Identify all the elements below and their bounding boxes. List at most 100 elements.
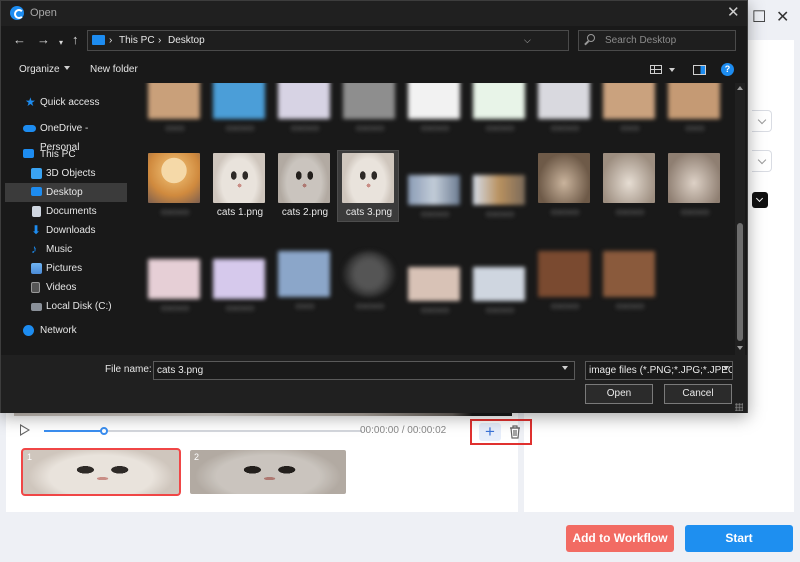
music-icon: ♪ — [31, 242, 37, 256]
sidebar-item-videos[interactable]: Videos — [5, 278, 127, 297]
file-item-blurred[interactable]: ▭▭▭ — [209, 83, 269, 135]
sidebar-item-pictures[interactable]: Pictures — [5, 259, 127, 278]
file-list-scrollbar[interactable] — [735, 83, 745, 355]
file-item-blurred[interactable]: ▭▭▭ — [209, 259, 269, 315]
scroll-up-icon[interactable] — [737, 86, 743, 90]
clip-thumbnail-1[interactable]: 1 — [21, 448, 181, 496]
sidebar-item-3d-objects[interactable]: 3D Objects — [5, 164, 127, 183]
clip-index: 1 — [27, 452, 33, 462]
sidebar-item-documents[interactable]: Documents — [5, 202, 127, 221]
file-item-blurred[interactable]: ▭▭▭ — [144, 259, 204, 315]
sidebar-item-music[interactable]: ♪ Music — [5, 240, 127, 259]
sidebar-item-downloads[interactable]: ⬇ Downloads — [5, 221, 127, 240]
settings-dropdown-2[interactable] — [752, 150, 772, 172]
dialog-title: Open — [30, 7, 57, 19]
file-item-blurred[interactable]: ▭▭▭ — [404, 175, 464, 221]
file-item-blurred[interactable]: ▭▭▭ — [339, 83, 399, 135]
cube-icon — [31, 168, 42, 179]
sidebar-item-network[interactable]: Network — [5, 321, 127, 340]
view-options-icon[interactable] — [650, 65, 662, 74]
start-button[interactable]: Start — [685, 525, 793, 552]
scroll-thumb[interactable] — [737, 223, 743, 341]
file-item-blurred[interactable]: ▭▭▭ — [469, 267, 529, 317]
file-thumbnail — [473, 267, 525, 301]
breadcrumb-this-pc[interactable]: This PC — [119, 35, 155, 46]
desktop-icon — [31, 187, 42, 196]
maximize-icon[interactable]: ☐ — [752, 8, 766, 28]
view-dropdown-icon[interactable] — [669, 68, 675, 72]
file-item-blurred[interactable]: ▭▭▭ — [469, 175, 529, 221]
file-thumbnail — [148, 153, 200, 203]
preview-pane-icon[interactable] — [693, 65, 706, 75]
sidebar-label: Local Disk (C:) — [46, 301, 112, 312]
file-item-blurred[interactable]: ▭▭▭ — [339, 251, 399, 313]
sidebar-label: Videos — [46, 282, 77, 293]
cancel-button[interactable]: Cancel — [664, 384, 732, 404]
sidebar-label: Network — [40, 325, 77, 336]
forward-arrow-icon[interactable]: → — [37, 32, 50, 48]
file-item-blurred-caption[interactable]: ▭▭▭ — [599, 153, 659, 219]
open-button[interactable]: Open — [585, 384, 653, 404]
file-item-blurred[interactable]: ▭▭▭ — [274, 83, 334, 135]
chevron-down-icon[interactable]: ⌵ — [524, 35, 531, 46]
settings-dropdown-3[interactable] — [752, 192, 768, 208]
resize-grip-icon[interactable] — [735, 403, 743, 411]
file-item-blurred[interactable]: ▭▭▭ — [599, 251, 659, 313]
up-arrow-icon[interactable]: ↑ — [72, 32, 79, 48]
breadcrumb-desktop[interactable]: Desktop — [168, 35, 205, 46]
delete-clip-button[interactable] — [506, 423, 524, 441]
file-type-dropdown-icon[interactable] — [723, 366, 729, 370]
organize-menu[interactable]: Organize — [19, 64, 70, 75]
file-item-cats-2[interactable]: cats 2.png — [274, 153, 334, 219]
back-arrow-icon[interactable]: ← — [13, 32, 26, 48]
file-name-input[interactable] — [153, 361, 575, 380]
scroll-down-icon[interactable] — [737, 346, 743, 350]
file-caption-redacted: ▭▭▭ — [485, 305, 515, 316]
file-item-cats-1[interactable]: cats 1.png — [209, 153, 269, 219]
file-item-cats-3[interactable]: cats 3.png — [337, 150, 399, 222]
file-caption-redacted: ▭▭▭ — [550, 207, 580, 218]
file-item-blurred[interactable]: ▭▭▭ — [469, 83, 529, 135]
play-icon[interactable] — [20, 424, 30, 436]
file-thumbnail — [473, 175, 525, 205]
file-type-select[interactable]: image files (*.PNG;*.JPG;*.JPEG; — [585, 361, 733, 380]
close-window-icon[interactable]: ✕ — [776, 8, 789, 28]
settings-dropdown-1[interactable] — [752, 110, 772, 132]
file-thumbnail — [213, 259, 265, 299]
file-item-blurred[interactable]: ▭▭▭ — [534, 251, 594, 313]
navigation-bar: ← → ▾ ↑ › This PC › Desktop ⌵ ↻ — [1, 26, 747, 56]
file-item-blurred-caption[interactable]: ▭▭▭ — [534, 153, 594, 219]
sidebar-item-quick-access[interactable]: ★ Quick access — [5, 93, 127, 112]
file-item-blurred[interactable]: ▭▭▭ — [404, 267, 464, 317]
file-item-blurred[interactable]: ▭▭▭ — [534, 83, 594, 135]
file-caption-redacted: ▭▭▭ — [160, 207, 190, 218]
add-clip-button[interactable]: + — [479, 423, 501, 441]
file-item-blurred[interactable]: ▭▭ — [144, 83, 204, 135]
progress-slider[interactable] — [44, 427, 362, 435]
clip-thumbnail-2[interactable]: 2 — [190, 450, 346, 494]
sidebar-item-onedrive[interactable]: OneDrive - Personal — [5, 119, 127, 153]
address-bar[interactable]: › This PC › Desktop ⌵ ↻ — [87, 30, 649, 51]
file-item-blurred[interactable]: ▭▭ — [599, 83, 659, 135]
add-to-workflow-button[interactable]: Add to Workflow — [566, 525, 674, 552]
progress-handle[interactable] — [100, 427, 109, 435]
file-item-blurred[interactable]: ▭▭ — [274, 251, 334, 313]
file-name-dropdown-icon[interactable] — [562, 366, 568, 370]
file-item-blurred-caption[interactable]: ▭▭▭ — [144, 153, 204, 219]
search-input[interactable] — [605, 31, 733, 50]
file-item-blurred-caption[interactable]: ▭▭▭ — [664, 153, 724, 219]
sidebar-label: 3D Objects — [46, 168, 96, 179]
cat-image — [23, 450, 179, 494]
help-icon[interactable]: ? — [721, 63, 734, 76]
breadcrumb-separator: › — [109, 35, 113, 46]
monitor-icon — [23, 149, 34, 158]
new-folder-button[interactable]: New folder — [90, 64, 138, 75]
recent-locations-icon[interactable]: ▾ — [59, 35, 63, 51]
file-item-blurred[interactable]: ▭▭ — [664, 83, 724, 135]
sidebar-item-local-disk[interactable]: Local Disk (C:) — [5, 297, 127, 316]
file-item-blurred[interactable]: ▭▭▭ — [404, 83, 464, 135]
sidebar-item-this-pc[interactable]: This PC — [5, 145, 127, 164]
file-caption-redacted: ▭▭▭ — [615, 301, 645, 312]
close-icon[interactable]: ✕ — [727, 5, 740, 20]
sidebar-item-desktop[interactable]: Desktop — [5, 183, 127, 202]
